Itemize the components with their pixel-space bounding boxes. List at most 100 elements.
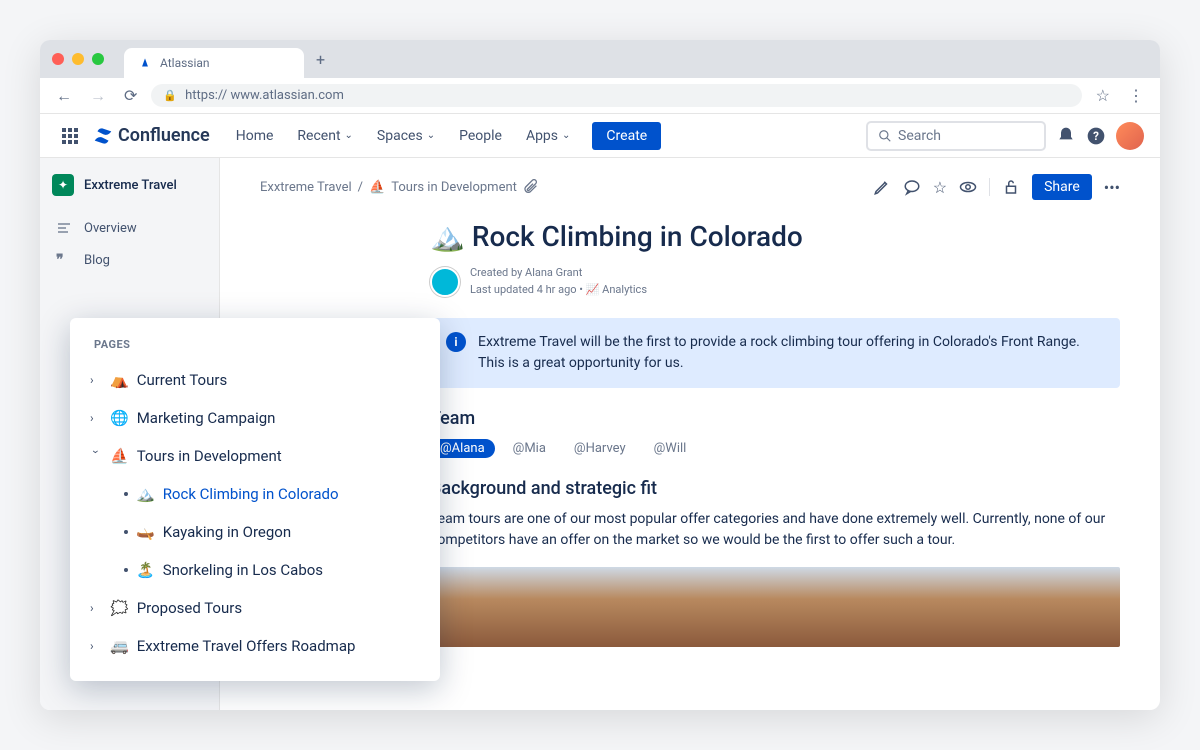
nav-apps[interactable]: Apps ⌄ [516,122,580,150]
browser-window: Atlassian + ← → ⟳ 🔒 https:// www.atlassi… [40,40,1160,710]
notifications-icon[interactable] [1056,126,1076,146]
mention-mia[interactable]: @Mia [503,439,556,458]
svg-text:?: ? [1093,129,1099,143]
space-header[interactable]: ✦ Exxtreme Travel [52,174,207,196]
forward-button[interactable]: → [86,82,110,110]
mentions-row: @Alana @Mia @Harvey @Will [430,439,1120,458]
main-area: ✦ Exxtreme Travel Overview ❞ Blog Exxtre… [40,158,1160,710]
info-icon: i [446,332,466,352]
star-icon[interactable]: ☆ [933,178,947,197]
bullet-icon [124,530,128,534]
search-input[interactable]: Search [866,121,1046,151]
tree-item-roadmap[interactable]: ›🚐Exxtreme Travel Offers Roadmap [70,627,440,665]
team-heading: Team [430,408,1120,429]
more-actions-icon[interactable]: ••• [1104,178,1120,197]
chevron-down-icon: ⌄ [345,130,353,141]
nav-home[interactable]: Home [226,122,284,150]
chevron-right-icon: › [90,601,102,615]
create-button[interactable]: Create [592,122,661,150]
background-heading: Background and strategic fit [430,478,1120,499]
browser-menu-icon[interactable]: ⋮ [1124,82,1148,109]
space-icon: ✦ [52,174,74,196]
comment-icon[interactable] [903,178,921,196]
search-placeholder: Search [898,128,941,144]
analytics-link[interactable]: Analytics [602,283,647,296]
confluence-icon [92,125,114,147]
author-avatar[interactable] [430,267,460,297]
sidebar-blog[interactable]: ❞ Blog [52,246,207,274]
app-header: Confluence Home Recent ⌄ Spaces ⌄ People… [40,114,1160,158]
window-controls [52,53,104,65]
overview-icon [56,220,72,236]
tree-item-proposed[interactable]: ›🗯️Proposed Tours [70,589,440,627]
chevron-down-icon: ⌄ [562,130,570,141]
share-button[interactable]: Share [1032,174,1092,200]
breadcrumb-row: Exxtreme Travel / ⛵ Tours in Development… [260,174,1120,200]
tree-item-kayaking[interactable]: 🛶Kayaking in Oregon [70,513,440,551]
background-text: Team tours are one of our most popular o… [430,509,1120,551]
breadcrumb-space[interactable]: Exxtreme Travel [260,180,352,195]
tree-item-tours-dev[interactable]: ›⛵Tours in Development [70,437,440,475]
close-window-button[interactable] [52,53,64,65]
breadcrumb-parent-icon: ⛵ [369,180,385,195]
page-byline: Created by Alana Grant Last updated 4 hr… [430,265,1120,298]
byline-text: Created by Alana Grant Last updated 4 hr… [470,265,647,298]
space-name: Exxtreme Travel [84,178,177,193]
mention-will[interactable]: @Will [644,439,697,458]
tree-item-snorkeling[interactable]: 🏝️Snorkeling in Los Cabos [70,551,440,589]
bullet-icon [124,492,128,496]
info-panel: i Exxtreme Travel will be the first to p… [430,318,1120,388]
info-panel-text: Exxtreme Travel will be the first to pro… [478,332,1104,374]
browser-toolbar: ← → ⟳ 🔒 https:// www.atlassian.com ☆ ⋮ [40,78,1160,114]
url-text: https:// www.atlassian.com [185,88,344,103]
watch-icon[interactable] [959,178,977,196]
new-tab-button[interactable]: + [316,50,325,69]
minimize-window-button[interactable] [72,53,84,65]
browser-tab[interactable]: Atlassian [124,48,304,78]
lock-icon: 🔒 [163,89,177,102]
nav-recent[interactable]: Recent ⌄ [287,122,363,150]
mention-harvey[interactable]: @Harvey [564,439,636,458]
product-logo[interactable]: Confluence [92,125,210,147]
page-title-icon: 🏔️ [430,220,465,253]
nav-people[interactable]: People [449,122,512,150]
bookmark-icon[interactable]: ☆ [1092,82,1114,109]
page-actions: ☆ Share ••• [873,174,1120,200]
product-name: Confluence [118,125,210,146]
nav-spaces[interactable]: Spaces ⌄ [367,122,445,150]
atlassian-favicon [138,56,152,70]
breadcrumb-parent[interactable]: Tours in Development [391,180,517,195]
chevron-right-icon: › [90,639,102,653]
sidebar-overview[interactable]: Overview [52,214,207,242]
page-title-text: Rock Climbing in Colorado [472,220,803,253]
pages-tree-panel: PAGES ›⛺Current Tours ›🌐Marketing Campai… [70,318,440,681]
chevron-right-icon: › [90,411,102,425]
maximize-window-button[interactable] [92,53,104,65]
reload-button[interactable]: ⟳ [120,82,141,109]
chevron-down-icon: ⌄ [427,130,435,141]
help-icon[interactable]: ? [1086,126,1106,146]
address-bar[interactable]: 🔒 https:// www.atlassian.com [151,84,1081,107]
profile-avatar[interactable] [1116,122,1144,150]
attachment-icon[interactable] [523,179,539,195]
search-icon [878,129,892,143]
app-switcher-icon[interactable] [56,122,84,150]
restrictions-icon[interactable] [1002,178,1020,196]
edit-icon[interactable] [873,178,891,196]
tree-item-marketing[interactable]: ›🌐Marketing Campaign [70,399,440,437]
created-by: Created by Alana Grant [470,265,647,282]
chevron-right-icon: › [90,373,102,387]
divider [989,178,990,196]
primary-nav: Home Recent ⌄ Spaces ⌄ People Apps ⌄ [226,122,581,150]
pages-heading: PAGES [70,334,440,361]
sidebar-blog-label: Blog [84,253,110,268]
sidebar-overview-label: Overview [84,221,137,236]
tree-item-current-tours[interactable]: ›⛺Current Tours [70,361,440,399]
last-updated: Last updated 4 hr ago [470,283,577,296]
back-button[interactable]: ← [52,82,76,110]
chevron-down-icon: › [89,450,103,462]
hero-image [430,567,1120,647]
breadcrumb-separator: / [358,180,363,195]
tree-item-rock-climbing[interactable]: 🏔️Rock Climbing in Colorado [70,475,440,513]
blog-icon: ❞ [56,252,72,268]
